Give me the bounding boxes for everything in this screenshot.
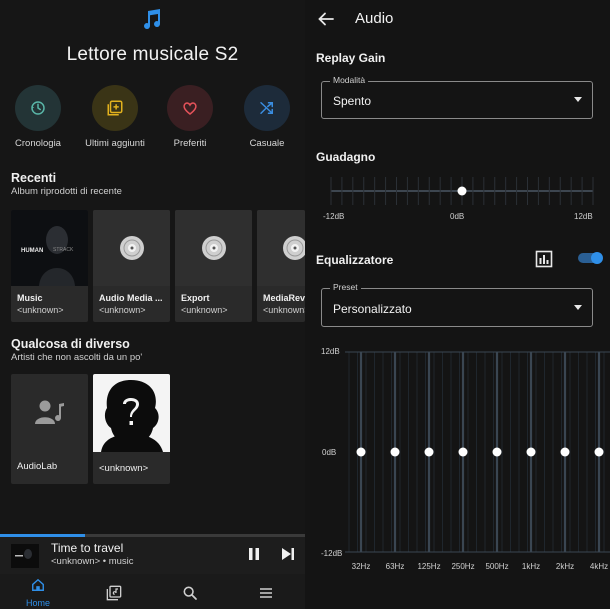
eq-band-handle xyxy=(458,447,468,457)
search-icon[interactable] xyxy=(182,585,198,601)
vinyl-disc-icon xyxy=(119,236,144,260)
unknown-artist-silhouette xyxy=(93,374,170,452)
replay-gain-mode-label: Modalità xyxy=(330,75,369,85)
library-music-icon[interactable] xyxy=(106,585,122,601)
album-artist: <unknown> xyxy=(181,305,228,315)
quick-action-label: Ultimi aggiunti xyxy=(85,138,145,149)
album-title: Music xyxy=(17,293,43,303)
quick-action-history[interactable]: Cronologia xyxy=(5,85,71,149)
equalizer-section-title: Equalizzatore xyxy=(316,253,394,267)
gain-thumb xyxy=(457,186,467,196)
album-title: Audio Media ... xyxy=(99,293,163,303)
home-icon xyxy=(32,578,44,591)
quick-action-label: Preferiti xyxy=(173,138,207,149)
replay-gain-mode-select[interactable]: Modalità Spento xyxy=(321,75,593,119)
eq-band-label: 4kHz xyxy=(589,562,609,571)
album-card[interactable]: Export <unknown> xyxy=(175,210,252,322)
mini-player-title: Time to travel xyxy=(51,541,124,555)
eq-band-handle xyxy=(560,447,570,457)
playback-progress-fill xyxy=(0,534,86,537)
page-title: Audio xyxy=(355,10,394,27)
eq-band-label: 32Hz xyxy=(351,562,371,571)
equalizer-graph[interactable] xyxy=(305,340,610,562)
menu-icon[interactable] xyxy=(258,585,274,601)
mini-player-cover xyxy=(11,544,39,568)
vinyl-disc-icon xyxy=(201,236,226,260)
eq-band-label: 1kHz xyxy=(521,562,541,571)
eq-band-label: 63Hz xyxy=(385,562,405,571)
eq-band-handle xyxy=(594,447,604,457)
audio-settings-screen: Audio Replay Gain Modalità Spento Guadag… xyxy=(305,0,610,609)
gain-max-label: 12dB xyxy=(574,212,593,221)
artist-music-icon xyxy=(35,400,64,424)
eq-band-handle xyxy=(526,447,536,457)
replay-gain-mode-value: Spento xyxy=(333,94,372,108)
album-placeholder xyxy=(257,210,305,286)
eq-band-label: 500Hz xyxy=(485,562,509,571)
eq-band-label: 2kHz xyxy=(555,562,575,571)
playback-progress-bar[interactable] xyxy=(0,534,305,537)
app-title: Lettore musicale S2 xyxy=(66,44,239,65)
album-artist: <unknown> xyxy=(263,305,305,315)
gain-mid-label: 0dB xyxy=(450,212,465,221)
artist-card[interactable]: <unknown> xyxy=(93,374,170,484)
quick-action-recently-added[interactable]: Ultimi aggiunti xyxy=(81,85,149,149)
album-title: MediaReve xyxy=(263,293,305,303)
quick-action-favorites[interactable]: Preferiti xyxy=(157,85,223,149)
heart-icon xyxy=(183,102,197,115)
album-card[interactable]: HUMAN STRACK Music <unknown> xyxy=(11,210,88,322)
discover-section-title: Qualcosa di diverso xyxy=(11,337,130,351)
album-title: Export xyxy=(181,293,210,303)
recent-section-subtitle: Album riprodotti di recente xyxy=(11,186,122,197)
back-arrow-icon[interactable] xyxy=(317,10,335,28)
album-card[interactable]: Audio Media ... <unknown> xyxy=(93,210,170,322)
music-note-icon xyxy=(144,9,161,30)
discover-section-subtitle: Artisti che non ascolti da un po' xyxy=(11,352,143,363)
eq-band-label: 125Hz xyxy=(417,562,441,571)
artist-card[interactable]: AudioLab xyxy=(11,374,88,484)
pause-icon[interactable] xyxy=(245,545,263,563)
album-cover-text: STRACK xyxy=(53,247,74,253)
recent-section-title: Recenti xyxy=(11,171,57,185)
music-player-home-screen: Lettore musicale S2 Cronologia Ultimi ag… xyxy=(0,0,305,609)
replay-gain-section-title: Replay Gain xyxy=(316,51,386,65)
equalizer-preset-label: Preset xyxy=(330,282,361,292)
gain-slider[interactable] xyxy=(305,170,610,210)
skip-next-icon[interactable] xyxy=(279,545,297,563)
shuffle-icon xyxy=(260,102,273,114)
gain-section-title: Guadagno xyxy=(316,150,376,164)
quick-action-label: Cronologia xyxy=(15,138,61,149)
playlist-add-icon xyxy=(107,100,123,116)
chevron-down-icon xyxy=(574,97,582,102)
nav-home-label: Home xyxy=(25,598,50,608)
album-placeholder xyxy=(175,210,252,286)
equalizer-preset-value: Personalizzato xyxy=(333,302,412,316)
gain-min-label: -12dB xyxy=(323,212,345,221)
vinyl-disc-icon xyxy=(283,236,305,260)
eq-band-label: 250Hz xyxy=(451,562,475,571)
eq-band-handle xyxy=(492,447,502,457)
album-artist: <unknown> xyxy=(17,305,64,315)
eq-band-handle xyxy=(356,447,366,457)
album-card[interactable]: MediaReve <unknown> xyxy=(257,210,305,322)
artist-name: <unknown> xyxy=(99,463,149,474)
album-cover-text: HUMAN xyxy=(21,248,43,254)
album-placeholder xyxy=(93,210,170,286)
chevron-down-icon xyxy=(574,305,582,310)
equalizer-preset-select[interactable]: Preset Personalizzato xyxy=(321,282,593,327)
equalizer-toggle[interactable] xyxy=(578,252,604,264)
album-cover: HUMAN STRACK xyxy=(11,210,88,286)
quick-action-label: Casuale xyxy=(249,138,285,149)
album-artist: <unknown> xyxy=(99,305,146,315)
nav-home[interactable]: Home xyxy=(18,578,58,608)
eq-band-handle xyxy=(424,447,434,457)
bar-chart-icon[interactable] xyxy=(535,250,553,268)
history-icon xyxy=(31,101,45,115)
mini-player-subtitle: <unknown> • music xyxy=(51,556,134,567)
artist-name: AudioLab xyxy=(17,461,58,472)
quick-action-shuffle[interactable]: Casuale xyxy=(234,85,300,149)
eq-band-handle xyxy=(390,447,400,457)
